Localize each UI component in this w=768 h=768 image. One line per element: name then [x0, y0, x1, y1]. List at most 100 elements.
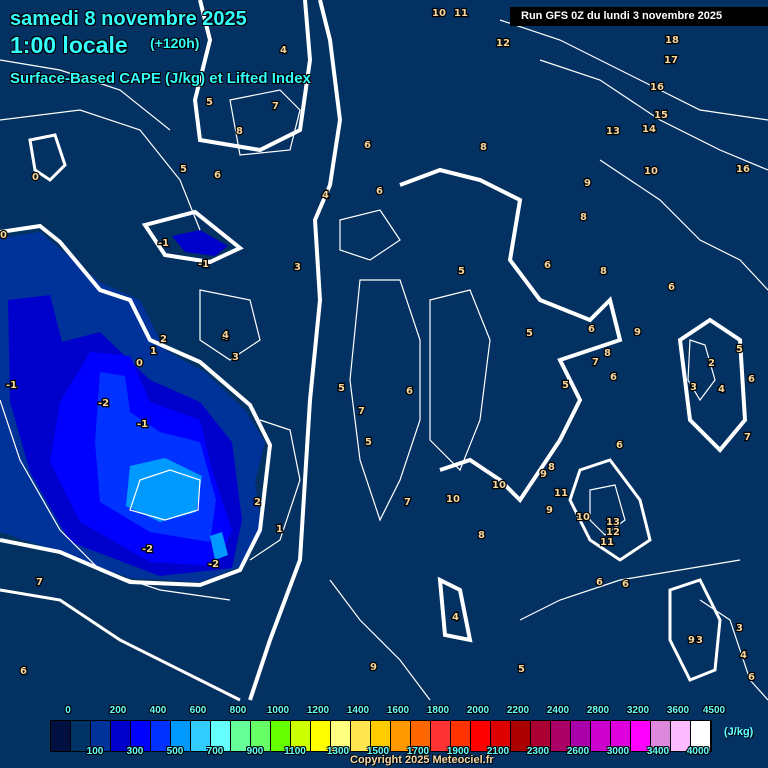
contour-label: 17 — [664, 55, 678, 66]
contour-label: 1 — [150, 346, 157, 357]
contour-label: 4 — [718, 384, 725, 395]
contour-label: 6 — [376, 186, 383, 197]
contour-label: 5 — [562, 380, 569, 391]
copyright: Copyright 2025 Meteociel.fr — [350, 754, 494, 766]
legend-label: 1000 — [266, 705, 290, 716]
legend-label: 700 — [206, 746, 224, 757]
legend-label: 1600 — [386, 705, 410, 716]
contour-label: 6 — [622, 579, 629, 590]
contour-label: 9 — [546, 505, 553, 516]
contour-label: 1 — [276, 524, 283, 535]
contour-label: 14 — [642, 124, 656, 135]
contour-label: 11 — [454, 8, 468, 19]
contour-label: 9 — [634, 327, 641, 338]
legend-label: 100 — [86, 746, 104, 757]
legend-label: 2800 — [586, 705, 610, 716]
contour-label: 6 — [748, 374, 755, 385]
contour-label: 8 — [604, 348, 611, 359]
legend-label: 2200 — [506, 705, 530, 716]
contour-label: 8 — [600, 266, 607, 277]
contour-label: -1 — [6, 380, 17, 391]
contour-label: 18 — [665, 35, 679, 46]
contour-label: 7 — [36, 577, 43, 588]
contour-label: 7 — [592, 357, 599, 368]
contour-label: 12 — [496, 38, 510, 49]
parameter-title: Surface-Based CAPE (J/kg) et Lifted Inde… — [10, 70, 311, 87]
forecast-lead: (+120h) — [150, 35, 200, 51]
contour-label: 8 — [580, 212, 587, 223]
contour-label: 6 — [616, 440, 623, 451]
contour-label: -1 — [137, 419, 148, 430]
contour-label: 8 — [478, 530, 485, 541]
contour-label: 3 — [690, 382, 697, 393]
contour-label: 5 — [365, 437, 372, 448]
contour-label: 6 — [588, 324, 595, 335]
contour-label: 10 — [432, 8, 446, 19]
legend-label: 1400 — [346, 705, 370, 716]
legend-label: 4500 — [702, 705, 726, 716]
contour-label: 15 — [654, 110, 668, 121]
legend-label: 600 — [189, 705, 207, 716]
contour-label: 6 — [610, 372, 617, 383]
legend-label: 4000 — [686, 746, 710, 757]
legend-label: 2300 — [526, 746, 550, 757]
contour-label: 9 — [540, 469, 547, 480]
contour-label: 13 — [606, 126, 620, 137]
legend-label: 1300 — [326, 746, 350, 757]
contour-label: -2 — [208, 559, 219, 570]
contour-label: 16 — [650, 82, 664, 93]
legend-label: 3600 — [666, 705, 690, 716]
legend-label: 800 — [229, 705, 247, 716]
contour-label: 6 — [364, 140, 371, 151]
legend-label: 1100 — [284, 746, 306, 757]
contour-label: 4 — [452, 612, 459, 623]
contour-label: 6 — [596, 577, 603, 588]
legend-swatch — [51, 721, 71, 751]
forecast-time: 1:00 locale — [10, 32, 128, 58]
contour-label: 7 — [404, 497, 411, 508]
contour-label: 5 — [736, 344, 743, 355]
contour-label: 11 — [600, 537, 614, 548]
contour-label: 3 — [232, 352, 239, 363]
contour-label: 3 — [294, 262, 301, 273]
legend-label: 1200 — [306, 705, 330, 716]
legend-label: 2400 — [546, 705, 570, 716]
legend-label: 300 — [126, 746, 144, 757]
contour-label: 9 — [688, 635, 695, 646]
contour-label: 7 — [272, 101, 279, 112]
contour-label: 5 — [458, 266, 465, 277]
contour-label: 2 — [254, 497, 261, 508]
contour-label: 10 — [644, 166, 658, 177]
contour-label: 6 — [544, 260, 551, 271]
legend-label: 2000 — [466, 705, 490, 716]
contour-label: 8 — [548, 462, 555, 473]
contour-label: 4 — [280, 45, 287, 56]
legend-label: 2600 — [566, 746, 590, 757]
contour-label: 3 — [736, 623, 743, 634]
contour-label: -2 — [98, 398, 109, 409]
contour-label: 5 — [526, 328, 533, 339]
contour-label: 10 — [492, 480, 506, 491]
contour-label: -1 — [198, 259, 209, 270]
contour-label: 7 — [358, 406, 365, 417]
contour-label: 0 — [136, 358, 143, 369]
contour-label: 9 — [584, 178, 591, 189]
run-info: Run GFS 0Z du lundi 3 novembre 2025 — [510, 7, 768, 26]
contour-label: 4 — [740, 650, 747, 661]
contour-label: 10 — [576, 512, 590, 523]
contour-label: 5 — [180, 164, 187, 175]
contour-label: 3 — [696, 635, 703, 646]
legend-unit: (J/kg) — [724, 726, 754, 738]
legend-label: 1800 — [426, 705, 450, 716]
contour-label: 5 — [206, 97, 213, 108]
contour-label: 8 — [480, 142, 487, 153]
contour-label: 6 — [214, 170, 221, 181]
legend-label: 3400 — [646, 746, 670, 757]
cape-fill-layers — [0, 230, 265, 582]
legend-label: 500 — [166, 746, 184, 757]
contour-label: 11 — [554, 488, 568, 499]
contour-label: -2 — [142, 544, 153, 555]
legend-label: 0 — [65, 705, 71, 716]
contour-label: 4 — [322, 190, 329, 201]
cape-map: 0-1-1-1-2-1-2-20123432145567846568910 111… — [0, 0, 768, 702]
